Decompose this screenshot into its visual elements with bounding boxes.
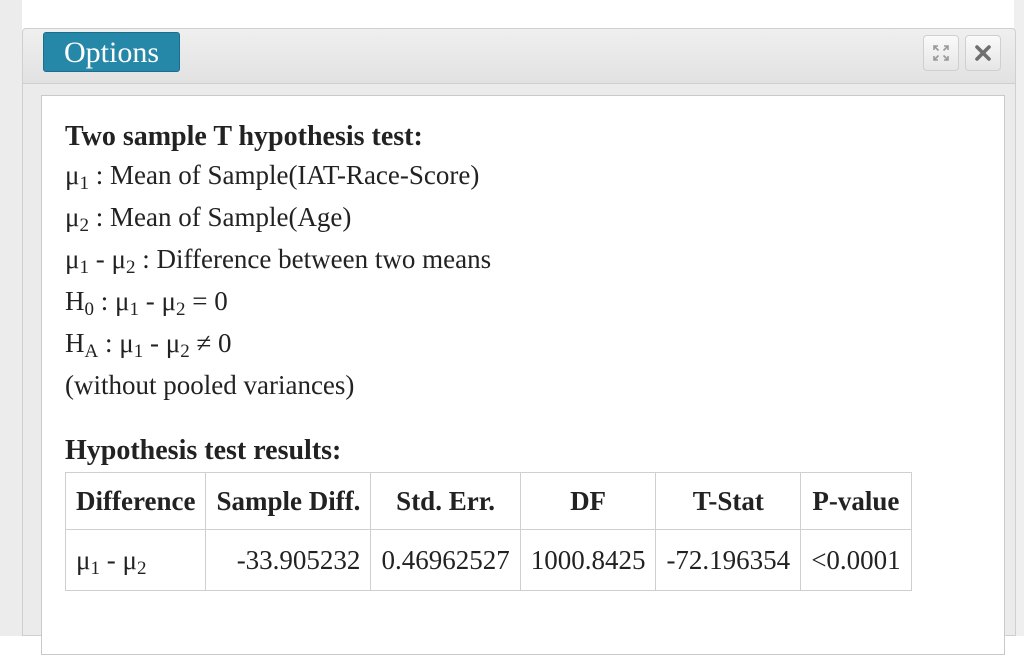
- minus-sign: -: [99, 544, 123, 575]
- report-body: Two sample T hypothesis test: μ1 : Mean …: [64, 120, 912, 591]
- mu-symbol: μ: [65, 160, 80, 190]
- colon: :: [98, 328, 120, 358]
- colon: :: [94, 286, 116, 316]
- mu2-definition: μ2 : Mean of Sample(Age): [65, 196, 912, 238]
- hypothesis-symbol: H: [65, 286, 85, 316]
- difference-cell: μ1 - μ2: [64, 529, 207, 591]
- window-titlebar: Options: [23, 29, 1015, 84]
- relation: ≠ 0: [189, 328, 232, 358]
- report-panel: Two sample T hypothesis test: μ1 : Mean …: [41, 95, 1005, 655]
- subscript: A: [84, 341, 99, 362]
- results-window: Options Two sample T hypothesis test: μ1…: [22, 28, 1016, 655]
- mu-symbol: μ: [115, 286, 130, 316]
- df-cell: 1000.8425: [519, 529, 657, 591]
- table-header-row: Difference Sample Diff. Std. Err. DF T-S…: [64, 472, 912, 530]
- pooled-note: (without pooled variances): [65, 370, 355, 400]
- results-table: Difference Sample Diff. Std. Err. DF T-S…: [64, 472, 912, 591]
- mu-symbol: μ: [165, 328, 181, 358]
- expand-icon[interactable]: [923, 35, 959, 71]
- relation: = 0: [185, 286, 228, 316]
- column-header: P-value: [800, 472, 912, 530]
- subscript: 1: [90, 557, 100, 579]
- sample-diff-cell: -33.905232: [205, 529, 372, 591]
- column-header: Difference: [64, 472, 207, 530]
- definition-text: : Mean of Sample(IAT-Race-Score): [88, 160, 480, 190]
- table-row: μ1 - μ2 -33.905232 0.46962527 1000.8425 …: [64, 529, 912, 591]
- null-hypothesis: H0 : μ1 - μ2 = 0: [65, 280, 912, 322]
- t-stat-cell: -72.196354: [655, 529, 802, 591]
- subscript: 1: [129, 299, 140, 320]
- mu1-definition: μ1 : Mean of Sample(IAT-Race-Score): [65, 154, 912, 196]
- subscript: 1: [133, 341, 144, 362]
- mu-symbol: μ: [76, 544, 91, 575]
- mu-symbol: μ: [122, 544, 137, 575]
- minus-sign: -: [139, 286, 162, 316]
- definition-text: : Difference between two means: [135, 244, 492, 274]
- minus-sign: -: [143, 328, 166, 358]
- mu-symbol: μ: [111, 244, 126, 274]
- subscript: 2: [79, 215, 89, 236]
- left-edge-background: [0, 0, 22, 636]
- subscript: 0: [84, 299, 95, 320]
- column-header: Sample Diff.: [205, 472, 372, 530]
- difference-definition: μ1 - μ2 : Difference between two means: [65, 238, 912, 280]
- column-header: T-Stat: [655, 472, 802, 530]
- column-header: DF: [519, 472, 657, 530]
- std-err-cell: 0.46962527: [370, 529, 521, 591]
- test-title: Two sample T hypothesis test:: [65, 121, 423, 152]
- mu-symbol: μ: [65, 244, 80, 274]
- alternative-hypothesis: HA : μ1 - μ2 ≠ 0: [65, 322, 912, 364]
- options-button[interactable]: Options: [43, 32, 181, 72]
- mu-symbol: μ: [65, 202, 80, 232]
- minus-sign: -: [88, 244, 112, 274]
- subscript: 2: [136, 557, 147, 579]
- subscript: 2: [180, 341, 190, 362]
- mu-symbol: μ: [161, 286, 176, 316]
- definition-text: : Mean of Sample(Age): [88, 202, 352, 232]
- window-controls: [923, 35, 1001, 71]
- mu-symbol: μ: [119, 328, 134, 358]
- subscript: 1: [79, 257, 89, 278]
- column-header: Std. Err.: [370, 472, 521, 530]
- close-icon[interactable]: [965, 35, 1001, 71]
- p-value-cell: <0.0001: [800, 529, 912, 591]
- subscript: 1: [79, 173, 89, 194]
- results-title: Hypothesis test results:: [65, 435, 342, 466]
- hypothesis-symbol: H: [65, 328, 85, 358]
